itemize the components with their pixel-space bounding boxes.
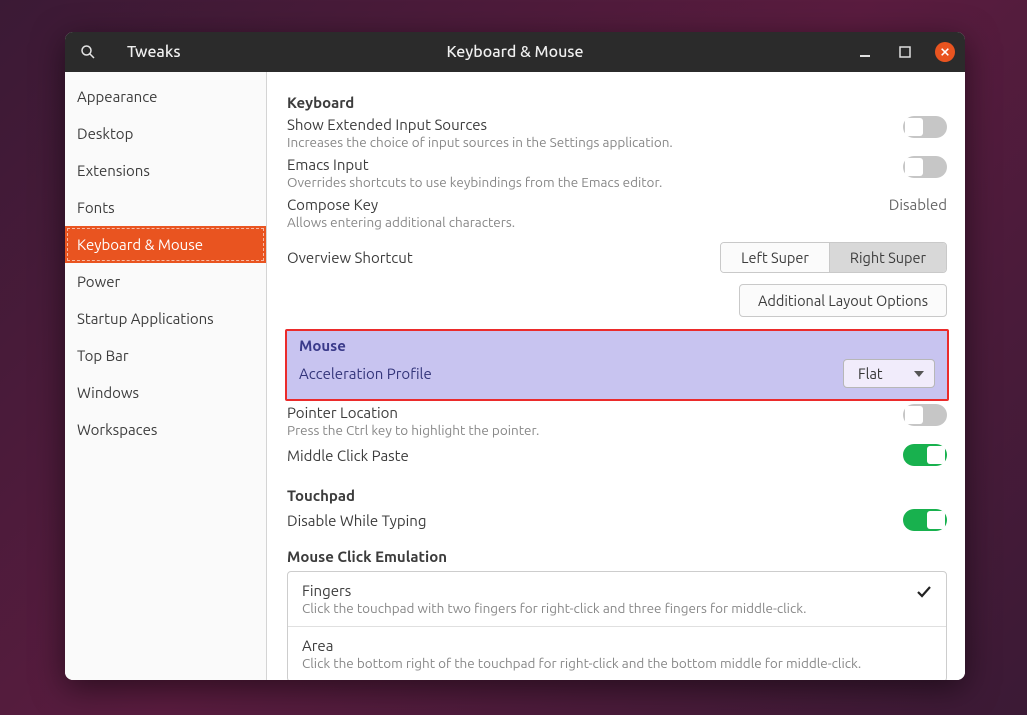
app-title: Tweaks bbox=[127, 43, 181, 61]
page-title: Keyboard & Mouse bbox=[446, 43, 583, 61]
overview-shortcut-segmented: Left Super Right Super bbox=[720, 242, 947, 273]
pointer-location-label: Pointer Location bbox=[287, 404, 887, 421]
titlebar-left: Tweaks bbox=[65, 43, 181, 61]
additional-layout-options-button[interactable]: Additional Layout Options bbox=[739, 284, 947, 317]
row-emacs-input: Emacs Input Overrides shortcuts to use k… bbox=[287, 153, 947, 193]
middle-click-paste-label: Middle Click Paste bbox=[287, 447, 887, 464]
touchpad-section: Touchpad Disable While Typing Mouse Clic… bbox=[287, 487, 947, 680]
search-icon[interactable] bbox=[79, 43, 97, 61]
window-body: Appearance Desktop Extensions Fonts Keyb… bbox=[65, 72, 965, 680]
emacs-input-toggle[interactable] bbox=[903, 156, 947, 178]
sidebar-item-keyboard-mouse[interactable]: Keyboard & Mouse bbox=[65, 226, 266, 263]
middle-click-paste-toggle[interactable] bbox=[903, 444, 947, 466]
mouse-click-emulation-list: Fingers Click the touchpad with two fing… bbox=[287, 571, 947, 680]
row-middle-click-paste: Middle Click Paste bbox=[287, 441, 947, 469]
sidebar-item-workspaces[interactable]: Workspaces bbox=[65, 411, 266, 448]
emulation-option-fingers[interactable]: Fingers Click the touchpad with two fing… bbox=[288, 572, 946, 627]
sidebar-item-desktop[interactable]: Desktop bbox=[65, 115, 266, 152]
keyboard-section-title: Keyboard bbox=[287, 94, 947, 111]
pointer-location-toggle[interactable] bbox=[903, 404, 947, 426]
minimize-icon[interactable] bbox=[855, 42, 875, 62]
mouse-section-title: Mouse bbox=[299, 337, 935, 354]
maximize-icon[interactable] bbox=[895, 42, 915, 62]
sidebar-item-appearance[interactable]: Appearance bbox=[65, 78, 266, 115]
row-acceleration-profile: Acceleration Profile Flat bbox=[299, 356, 935, 391]
tweaks-window: Tweaks Keyboard & Mouse Appearance Deskt… bbox=[65, 32, 965, 680]
compose-key-value[interactable]: Disabled bbox=[889, 196, 947, 213]
emulation-area-title: Area bbox=[302, 637, 932, 654]
compose-key-sub: Allows entering additional characters. bbox=[287, 214, 873, 230]
acceleration-profile-label: Acceleration Profile bbox=[299, 365, 827, 382]
row-overview-shortcut: Overview Shortcut Left Super Right Super bbox=[287, 239, 947, 276]
extended-input-label: Show Extended Input Sources bbox=[287, 116, 887, 133]
pointer-location-sub: Press the Ctrl key to highlight the poin… bbox=[287, 422, 887, 438]
row-pointer-location: Pointer Location Press the Ctrl key to h… bbox=[287, 401, 947, 441]
check-icon bbox=[916, 584, 932, 600]
close-icon[interactable] bbox=[935, 42, 955, 62]
row-extended-input: Show Extended Input Sources Increases th… bbox=[287, 113, 947, 153]
extended-input-toggle[interactable] bbox=[903, 116, 947, 138]
titlebar: Tweaks Keyboard & Mouse bbox=[65, 32, 965, 72]
chevron-down-icon bbox=[914, 371, 924, 377]
acceleration-profile-dropdown[interactable]: Flat bbox=[843, 359, 935, 388]
sidebar: Appearance Desktop Extensions Fonts Keyb… bbox=[65, 72, 267, 680]
disable-while-typing-toggle[interactable] bbox=[903, 509, 947, 531]
mouse-click-emulation-title: Mouse Click Emulation bbox=[287, 548, 947, 565]
content-pane: Keyboard Show Extended Input Sources Inc… bbox=[267, 72, 965, 680]
acceleration-profile-value: Flat bbox=[858, 365, 883, 382]
right-super-button[interactable]: Right Super bbox=[830, 243, 946, 272]
sidebar-item-power[interactable]: Power bbox=[65, 263, 266, 300]
left-super-button[interactable]: Left Super bbox=[721, 243, 830, 272]
compose-key-label: Compose Key bbox=[287, 196, 873, 213]
disable-while-typing-label: Disable While Typing bbox=[287, 512, 887, 529]
emulation-area-sub: Click the bottom right of the touchpad f… bbox=[302, 655, 932, 671]
sidebar-item-startup-applications[interactable]: Startup Applications bbox=[65, 300, 266, 337]
extended-input-sub: Increases the choice of input sources in… bbox=[287, 134, 887, 150]
sidebar-item-windows[interactable]: Windows bbox=[65, 374, 266, 411]
emacs-input-label: Emacs Input bbox=[287, 156, 887, 173]
sidebar-item-extensions[interactable]: Extensions bbox=[65, 152, 266, 189]
row-disable-while-typing: Disable While Typing bbox=[287, 506, 947, 534]
touchpad-section-title: Touchpad bbox=[287, 487, 947, 504]
mouse-highlight-box: Mouse Acceleration Profile Flat bbox=[285, 329, 949, 401]
emulation-fingers-title: Fingers bbox=[302, 582, 916, 599]
overview-shortcut-label: Overview Shortcut bbox=[287, 249, 704, 266]
row-additional-layout: Additional Layout Options bbox=[287, 284, 947, 317]
emacs-input-sub: Overrides shortcuts to use keybindings f… bbox=[287, 174, 887, 190]
window-controls bbox=[855, 42, 955, 62]
row-compose-key: Compose Key Allows entering additional c… bbox=[287, 193, 947, 233]
sidebar-item-top-bar[interactable]: Top Bar bbox=[65, 337, 266, 374]
sidebar-item-fonts[interactable]: Fonts bbox=[65, 189, 266, 226]
emulation-fingers-sub: Click the touchpad with two fingers for … bbox=[302, 600, 916, 616]
emulation-option-area[interactable]: Area Click the bottom right of the touch… bbox=[288, 627, 946, 680]
